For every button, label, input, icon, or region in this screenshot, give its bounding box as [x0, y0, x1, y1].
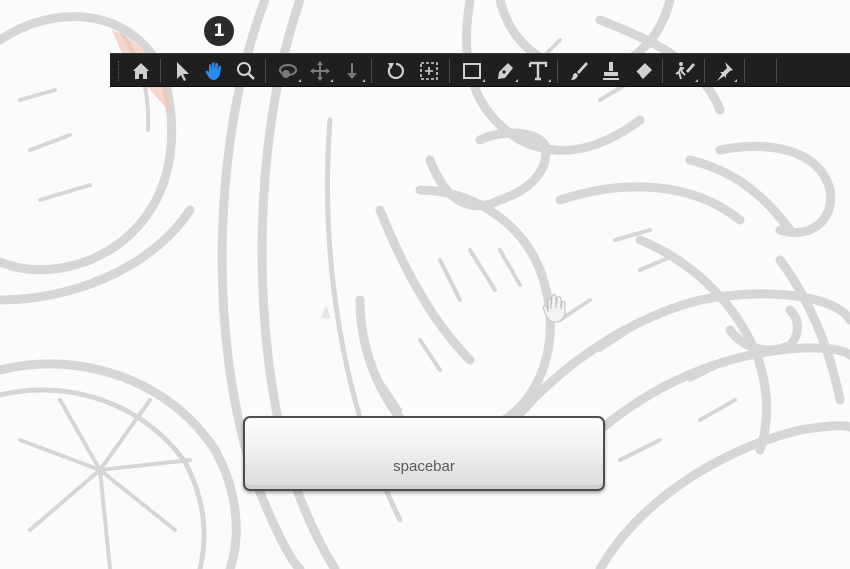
tools-toolbar — [110, 53, 850, 87]
zoom-tool-button[interactable] — [232, 57, 260, 84]
stamp-icon — [603, 61, 619, 80]
text-icon — [528, 61, 548, 80]
rotate-tool-button[interactable] — [382, 57, 410, 84]
roto-brush-icon — [675, 61, 695, 79]
arrow-cursor-icon — [177, 61, 189, 81]
anchor-tool-button[interactable] — [338, 57, 366, 84]
track-box-icon — [420, 61, 438, 80]
puppet-pin-tool-button[interactable] — [710, 57, 738, 84]
orbit-icon — [279, 63, 297, 78]
eraser-tool-button[interactable] — [629, 57, 657, 84]
move-cross-icon — [310, 60, 330, 81]
clone-stamp-tool-button[interactable] — [597, 57, 625, 84]
pan-behind-tool-button[interactable] — [306, 57, 334, 84]
orbit-tool-button[interactable] — [274, 57, 302, 84]
type-tool-button[interactable] — [524, 57, 552, 84]
hand-icon — [205, 61, 221, 80]
pen-icon — [498, 62, 513, 79]
rectangle-tool-button[interactable] — [458, 57, 486, 84]
camera-track-tool-button[interactable] — [415, 57, 443, 84]
selection-tool-button[interactable] — [168, 57, 196, 84]
toolbar-grip[interactable] — [118, 61, 122, 81]
hand-tool-button[interactable] — [200, 57, 228, 84]
roto-brush-tool-button[interactable] — [671, 57, 699, 84]
rotate-icon — [387, 62, 404, 79]
home-icon — [133, 62, 149, 79]
down-arrow-icon — [347, 62, 357, 79]
eraser-icon — [635, 62, 652, 79]
home-tool-button[interactable] — [127, 57, 155, 84]
spacebar-key-label: spacebar — [393, 458, 455, 475]
pin-icon — [717, 61, 733, 81]
step-number-badge: 1 — [204, 16, 234, 46]
rectangle-icon — [463, 62, 481, 79]
pen-tool-button[interactable] — [491, 57, 519, 84]
brush-tool-button[interactable] — [565, 57, 593, 84]
zoom-icon — [237, 61, 255, 80]
spacebar-key: spacebar — [243, 416, 605, 491]
brush-icon — [571, 61, 588, 80]
